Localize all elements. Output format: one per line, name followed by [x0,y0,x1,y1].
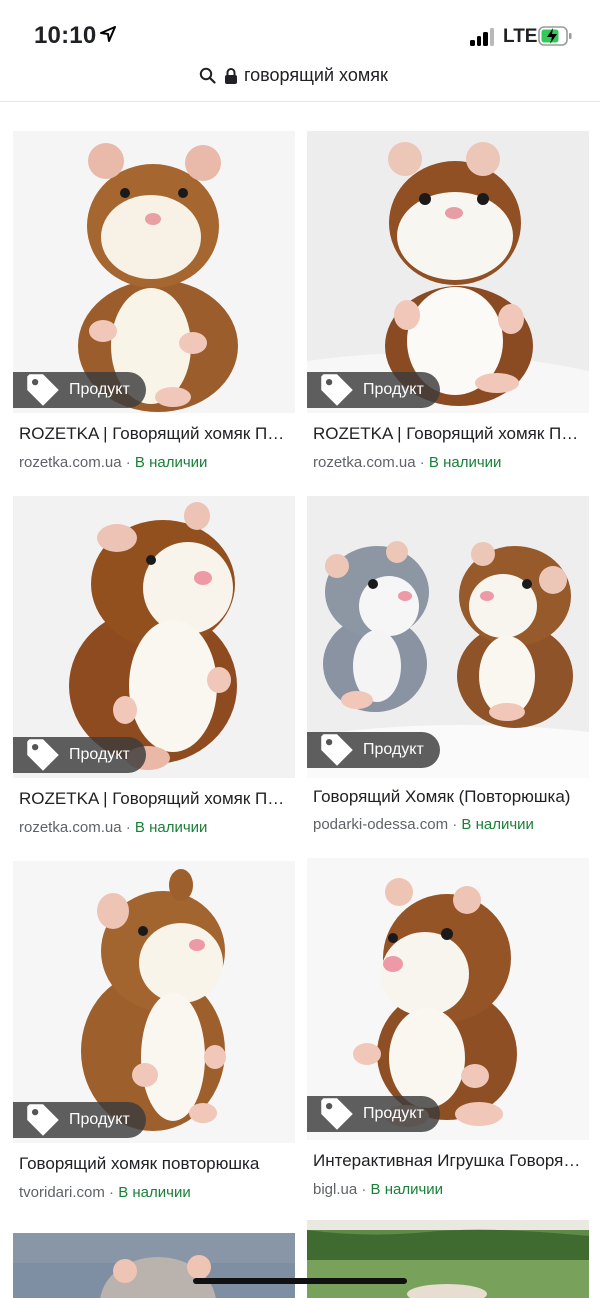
home-indicator[interactable] [193,1278,407,1284]
product-image[interactable]: Продукт [307,858,589,1140]
address-bar-divider [0,101,600,102]
product-image[interactable] [307,1220,589,1298]
meta-separator: · [419,454,429,471]
tag-icon [321,734,353,766]
product-badge: Продукт [307,372,440,408]
cellular-signal-icon [470,28,496,46]
badge-label: Продукт [69,1111,130,1128]
result-domain: rozetka.com.ua [19,819,122,836]
result-domain: tvoridari.com [19,1184,105,1201]
product-badge: Продукт [13,1102,146,1138]
result-domain: bigl.ua [313,1181,358,1198]
status-time: 10:10 [34,22,97,49]
hamster-plush-image [13,1233,295,1298]
result-title[interactable]: Интерактивная Игрушка Говорящий хомяк [313,1151,585,1171]
availability-status: В наличии [134,819,208,836]
meta-separator: · [125,819,135,836]
result-domain: rozetka.com.ua [19,454,122,471]
result-meta: bigl.ua · В наличии [313,1181,443,1198]
product-badge: Продукт [13,372,146,408]
product-badge: Продукт [307,1096,440,1132]
tag-icon [27,739,59,771]
badge-label: Продукт [69,381,130,398]
result-title[interactable]: Говорящий Хомяк (Повторюшка) [313,787,585,807]
result-title[interactable]: ROZETKA | Говорящий хомяк Повторюшка [313,424,585,444]
search-query-text[interactable]: говорящий хомяк [244,65,388,86]
tag-icon [321,374,353,406]
result-domain: podarki-odessa.com [313,816,449,833]
address-bar[interactable]: говорящий хомяк [0,58,600,102]
availability-status: В наличии [461,816,534,833]
product-image[interactable]: Продукт [13,861,295,1143]
product-image[interactable] [13,1233,295,1298]
location-arrow-icon [100,26,116,42]
availability-status: В наличии [370,1181,444,1198]
badge-label: Продукт [363,1105,424,1122]
result-meta: rozetka.com.ua · В наличии [19,819,207,836]
product-badge: Продукт [307,732,440,768]
product-badge: Продукт [13,737,146,773]
meta-separator: · [361,1181,371,1198]
hamster-plush-image [13,861,295,1143]
product-image[interactable]: Продукт [13,496,295,778]
meta-separator: · [109,1184,119,1201]
status-bar: 10:10 LTE [0,0,600,60]
result-title[interactable]: ROZETKA | Говорящий хомяк Повторюшка [19,789,291,809]
tag-icon [321,1098,353,1130]
product-image[interactable]: Продукт [13,131,295,413]
battery-charging-icon [538,26,572,46]
network-type: LTE [503,26,538,47]
result-title[interactable]: ROZETKA | Говорящий хомяк Повторюшка [19,424,291,444]
tag-icon [27,1104,59,1136]
availability-status: В наличии [118,1184,191,1201]
hamster-plush-image [307,131,589,413]
badge-label: Продукт [363,381,424,398]
result-meta: podarki-odessa.com · В наличии [313,816,534,833]
tag-icon [27,374,59,406]
search-icon [199,67,216,84]
result-title[interactable]: Говорящий хомяк повторюшка [19,1154,291,1174]
hamster-plush-image [13,496,295,778]
result-meta: tvoridari.com · В наличии [19,1184,191,1201]
result-meta: rozetka.com.ua · В наличии [19,454,207,471]
hamster-plush-image [13,131,295,413]
badge-label: Продукт [363,741,424,758]
availability-status: В наличии [134,454,208,471]
lock-icon [225,68,237,84]
product-image[interactable]: Продукт [307,131,589,413]
badge-label: Продукт [69,746,130,763]
result-meta: rozetka.com.ua · В наличии [313,454,501,471]
meadow-photo [307,1220,589,1298]
meta-separator: · [125,454,135,471]
product-image[interactable]: Продукт [307,496,589,778]
availability-status: В наличии [428,454,502,471]
result-domain: rozetka.com.ua [313,454,416,471]
